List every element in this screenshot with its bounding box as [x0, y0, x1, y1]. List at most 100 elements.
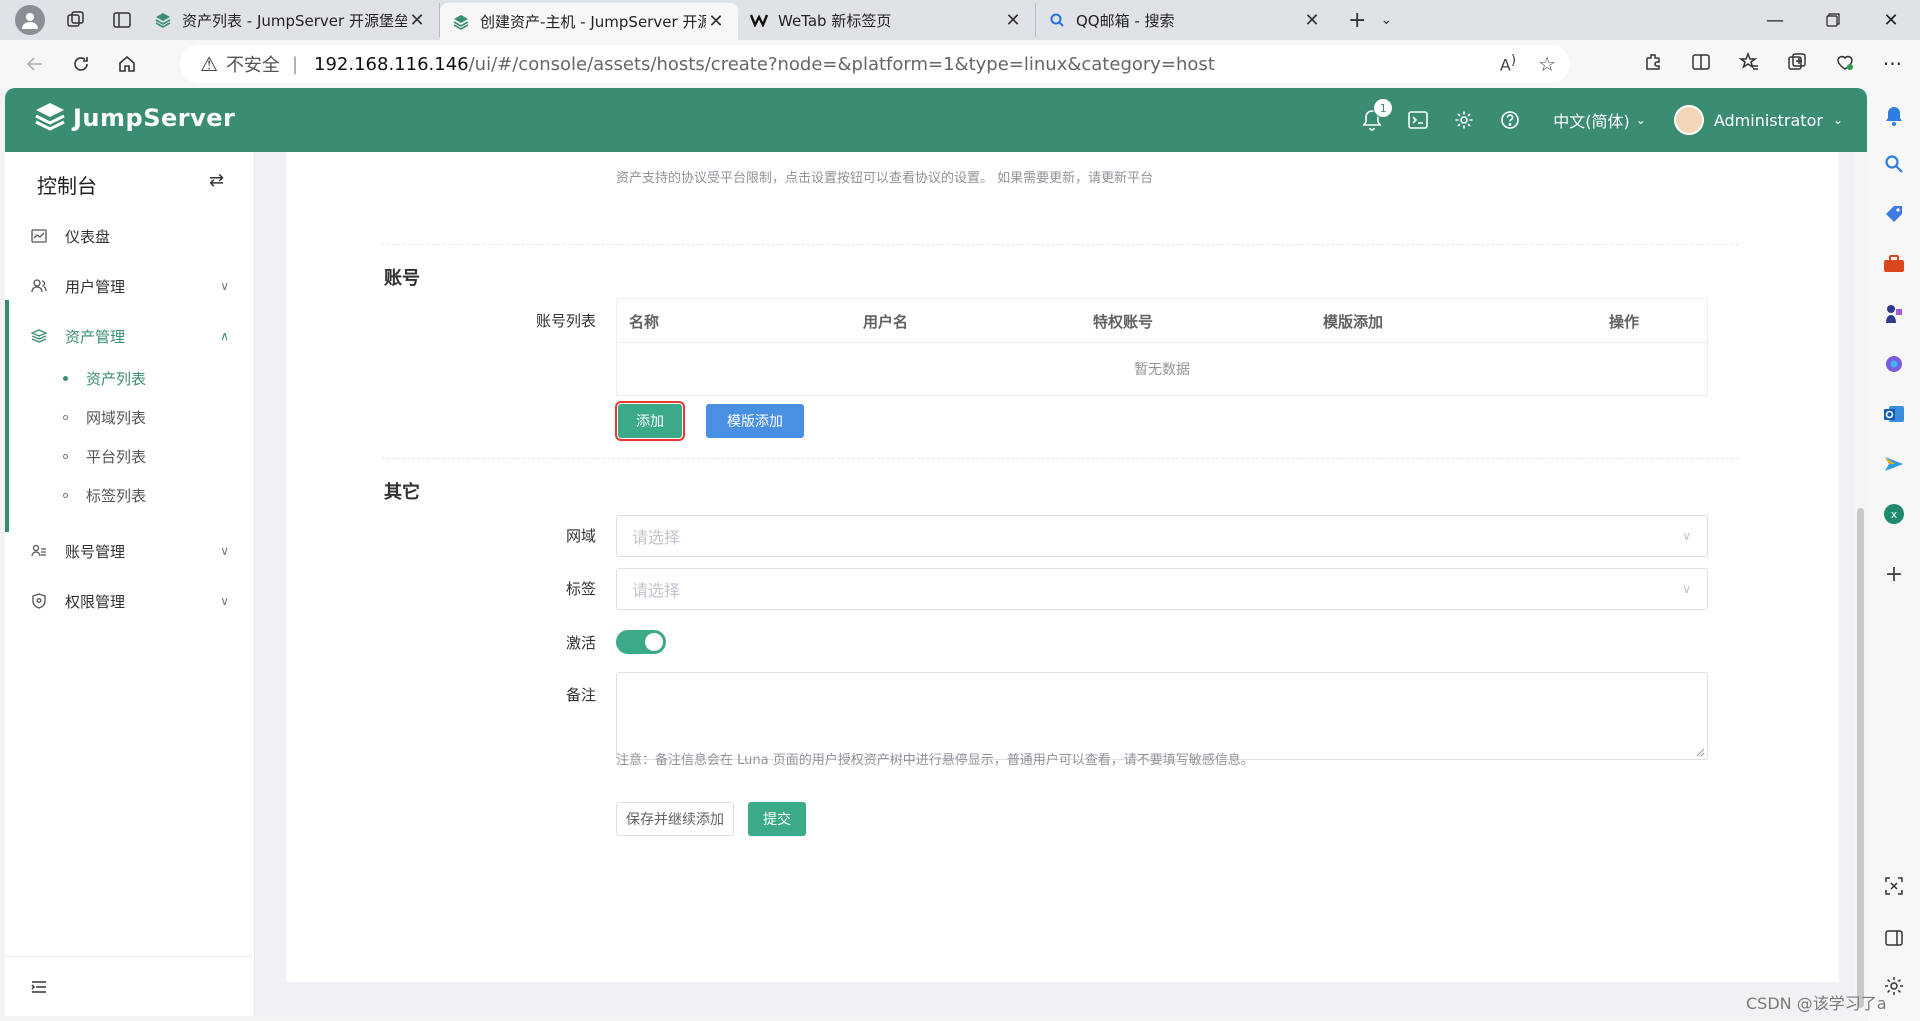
resize-handle-icon[interactable]	[1695, 747, 1705, 757]
sidebar-item-label: 资产管理	[65, 327, 126, 346]
column-header: 用户名	[863, 313, 909, 331]
brand-logo[interactable]: JumpServer	[35, 102, 235, 134]
jumpserver-favicon-icon	[154, 11, 172, 29]
tab-list-chevron-icon[interactable]: ⌄	[1380, 12, 1392, 28]
restore-icon[interactable]	[1804, 0, 1862, 40]
workspaces-icon[interactable]	[56, 3, 96, 37]
watermark: CSDN @该学习了a	[1746, 994, 1887, 1013]
tools-briefcase-icon[interactable]	[1880, 250, 1908, 278]
protocol-hint: 资产支持的协议受平台限制，点击设置按钮可以查看协议的设置。 如果需要更新，请更新…	[616, 171, 1154, 186]
column-header: 操作	[1609, 313, 1640, 331]
sidebar: 控制台 ⇄ 仪表盘 用户管理 ∨ 资产管理 ∧ 资产列表 网域列表 平台列表 标…	[5, 152, 255, 1016]
chevron-up-icon: ∧	[220, 329, 229, 343]
vertical-tabs-icon[interactable]	[102, 3, 142, 37]
section-title-accounts: 账号	[384, 268, 420, 289]
chevron-down-icon: ∨	[220, 279, 229, 293]
copilot-icon[interactable]	[1880, 350, 1908, 378]
new-tab-icon[interactable]: +	[1348, 8, 1366, 33]
sidebar-layout-icon[interactable]	[1880, 924, 1908, 952]
domain-select[interactable]: 请选择 ∨	[616, 515, 1708, 557]
more-menu-icon[interactable]: ···	[1883, 52, 1902, 76]
favorites-icon[interactable]	[1738, 51, 1759, 76]
close-tab-icon[interactable]: ✕	[407, 10, 427, 31]
tab-title: QQ邮箱 - 搜索	[1076, 11, 1175, 30]
users-icon	[29, 279, 49, 293]
home-icon[interactable]	[104, 44, 150, 84]
sidebar-sub-label: 网域列表	[86, 408, 147, 427]
screenshot-icon[interactable]	[1880, 872, 1908, 900]
security-label[interactable]: 不安全	[226, 51, 280, 77]
extensions-icon[interactable]	[1643, 52, 1663, 76]
save-and-continue-button[interactable]: 保存并继续添加	[616, 802, 734, 836]
close-tab-icon[interactable]: ✕	[1302, 10, 1322, 31]
close-tab-icon[interactable]: ✕	[706, 11, 726, 32]
labels-select[interactable]: 请选择 ∨	[616, 568, 1708, 610]
read-aloud-icon[interactable]: A)	[1500, 53, 1516, 74]
url-host: 192.168.116.146	[314, 53, 469, 75]
url-input[interactable]: ⚠ 不安全 | 192.168.116.146/ui/#/console/ass…	[180, 45, 1570, 83]
close-tab-icon[interactable]: ✕	[1003, 10, 1023, 31]
add-sidebar-app-icon[interactable]: +	[1880, 560, 1908, 588]
sidebar-sub-label-list[interactable]: 标签列表	[5, 475, 255, 515]
browser-tab[interactable]: 资产列表 - JumpServer 开源堡垒 ✕	[142, 3, 440, 37]
jumpserver-app: JumpServer 1 中文(简体) ⌄ Administrator ⌄ 控制…	[5, 88, 1867, 1016]
add-account-button[interactable]: 添加	[615, 401, 685, 441]
split-screen-icon[interactable]	[1691, 52, 1711, 76]
username: Administrator	[1713, 110, 1823, 130]
browser-tab[interactable]: WeTab 新标签页 ✕	[738, 3, 1036, 37]
chevron-down-icon: ∨	[1682, 529, 1691, 543]
sidebar-item-dashboard[interactable]: 仪表盘	[5, 212, 255, 260]
sidebar-item-permissions[interactable]: 权限管理 ∨	[5, 577, 255, 625]
sidebar-sub-domain-list[interactable]: 网域列表	[5, 397, 255, 437]
browser-tab-active[interactable]: 创建资产-主机 - JumpServer 开源 ✕	[440, 3, 738, 40]
account-table-header: 名称 用户名 特权账号 模版添加 操作	[617, 299, 1707, 343]
active-toggle[interactable]	[616, 630, 666, 654]
close-window-icon[interactable]: ✕	[1862, 0, 1920, 40]
minimize-icon[interactable]: —	[1746, 0, 1804, 40]
web-terminal-button[interactable]	[1395, 100, 1441, 140]
help-button[interactable]	[1487, 100, 1533, 140]
sidebar-item-assets[interactable]: 资产管理 ∧	[5, 312, 255, 360]
notification-bell-icon[interactable]	[1880, 102, 1908, 130]
games-icon[interactable]	[1880, 300, 1908, 328]
settings-button[interactable]	[1441, 100, 1487, 140]
browser-tab[interactable]: QQ邮箱 - 搜索 ✕	[1036, 3, 1334, 37]
section-divider	[382, 244, 1739, 245]
sidebar-sub-asset-list[interactable]: 资产列表	[5, 358, 255, 398]
language-selector[interactable]: 中文(简体) ⌄	[1553, 108, 1646, 132]
scrollbar-thumb[interactable]	[1857, 508, 1864, 1008]
browser-essentials-icon[interactable]	[1835, 52, 1855, 76]
notification-count-badge: 1	[1373, 98, 1394, 118]
switch-view-icon[interactable]: ⇄	[209, 170, 224, 191]
back-icon[interactable]	[12, 44, 58, 84]
table-empty-text: 暂无数据	[1134, 362, 1190, 378]
sidebar-sub-label: 标签列表	[86, 486, 147, 505]
bullet-icon	[63, 492, 68, 498]
comment-textarea[interactable]	[616, 672, 1708, 760]
dashboard-icon	[29, 229, 49, 243]
shopping-tag-icon[interactable]	[1880, 200, 1908, 228]
send-plane-icon[interactable]	[1880, 450, 1908, 478]
sidebar-item-users[interactable]: 用户管理 ∨	[5, 262, 255, 310]
user-menu[interactable]: Administrator ⌄	[1673, 105, 1843, 135]
select-placeholder: 请选择	[632, 581, 681, 600]
submit-button[interactable]: 提交	[748, 802, 806, 836]
template-add-button[interactable]: 模版添加	[706, 404, 804, 438]
collections-icon[interactable]	[1787, 52, 1807, 76]
collapse-sidebar-button[interactable]	[5, 956, 255, 1016]
search-icon[interactable]	[1880, 150, 1908, 178]
terminal-icon	[1408, 111, 1429, 129]
refresh-icon[interactable]	[58, 44, 104, 84]
sidebar-item-accounts[interactable]: 账号管理 ∨	[5, 527, 255, 575]
profile-icon[interactable]	[10, 3, 50, 37]
help-icon	[1501, 111, 1520, 129]
sidebar-sub-platform-list[interactable]: 平台列表	[5, 436, 255, 476]
notifications-button[interactable]: 1	[1349, 98, 1395, 140]
warning-icon[interactable]: ⚠	[200, 52, 218, 76]
favorite-star-icon[interactable]: ☆	[1538, 52, 1556, 76]
outlook-icon[interactable]	[1880, 400, 1908, 428]
toggle-knob	[645, 633, 663, 651]
edge-sidebar: x +	[1868, 88, 1920, 1021]
svg-text:x: x	[1891, 508, 1898, 521]
extension-x-icon[interactable]: x	[1880, 500, 1908, 528]
